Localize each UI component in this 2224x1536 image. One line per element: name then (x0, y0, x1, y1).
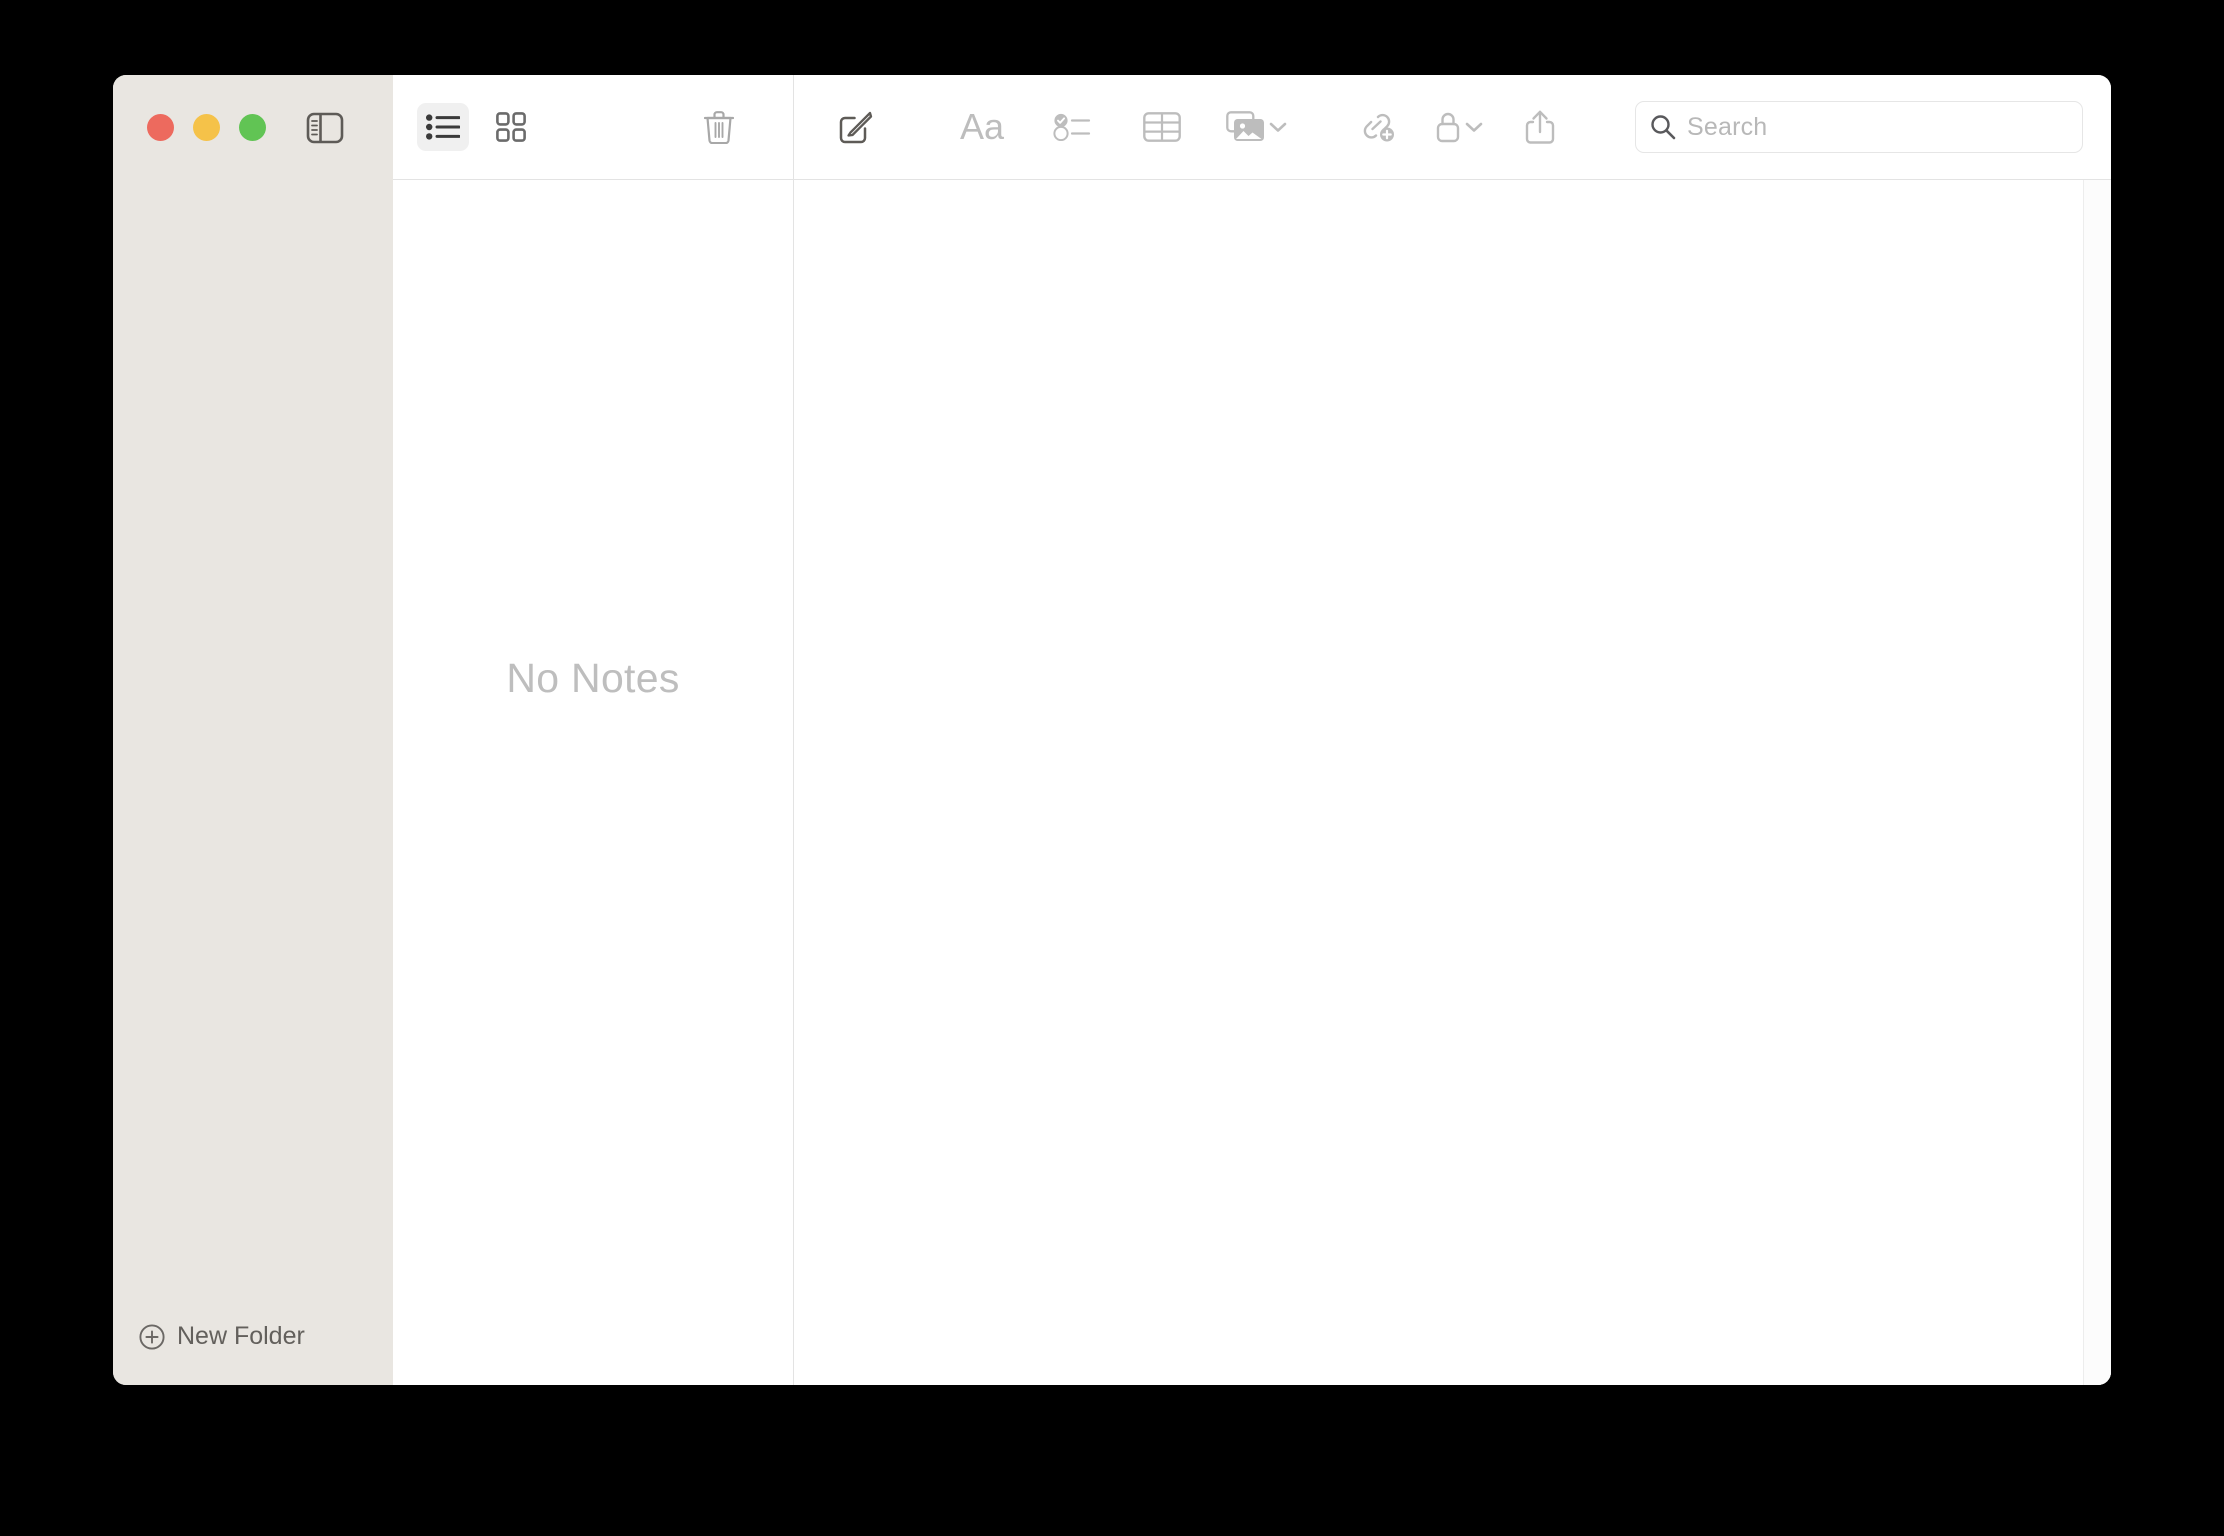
share-icon (1525, 109, 1555, 145)
window-body: New Folder No Notes (113, 180, 2111, 1385)
new-note-button[interactable] (830, 103, 882, 151)
chevron-down-icon (1464, 120, 1484, 134)
window-toolbar: Aa Search (113, 75, 2111, 180)
share-button[interactable] (1514, 103, 1566, 151)
list-view-button[interactable] (417, 103, 469, 151)
toolbar-notes-list-section (393, 75, 794, 180)
insert-tools-group (1352, 103, 1566, 151)
table-icon (1143, 112, 1181, 142)
media-button[interactable] (1226, 111, 1288, 143)
toolbar-editor-section: Aa Search (794, 75, 2111, 180)
note-editor-canvas[interactable] (794, 180, 2083, 1385)
trash-icon (704, 110, 734, 144)
folders-sidebar: New Folder (113, 180, 393, 1385)
gallery-view-icon (496, 112, 526, 142)
checklist-icon (1053, 113, 1091, 141)
sidebar-toggle-button[interactable] (303, 106, 347, 150)
link-add-icon (1359, 110, 1397, 144)
media-photo-icon (1226, 111, 1266, 143)
table-button[interactable] (1136, 103, 1188, 151)
view-mode-controls (417, 103, 537, 151)
compose-group (830, 103, 882, 151)
search-field[interactable]: Search (1635, 101, 2083, 153)
folder-list (113, 180, 393, 1322)
sidebar-toggle-icon (306, 112, 344, 144)
plus-circle-icon (139, 1323, 165, 1350)
search-input[interactable]: Search (1687, 113, 1767, 142)
lock-note-button[interactable] (1434, 110, 1484, 144)
lock-icon (1434, 110, 1462, 144)
no-notes-message: No Notes (506, 655, 680, 701)
delete-note-button[interactable] (693, 103, 745, 151)
editor-scrollbar[interactable] (2083, 180, 2111, 1385)
window-traffic-lights (147, 114, 266, 141)
search-icon (1650, 114, 1676, 140)
format-tools-group: Aa (956, 103, 1288, 151)
add-link-button[interactable] (1352, 103, 1404, 151)
gallery-view-button[interactable] (485, 103, 537, 151)
new-folder-label: New Folder (177, 1322, 305, 1350)
note-editor-pane (794, 180, 2111, 1385)
list-view-icon (426, 114, 460, 140)
notes-list-pane: No Notes (393, 180, 794, 1385)
close-window-button[interactable] (147, 114, 174, 141)
chevron-down-icon (1268, 120, 1288, 134)
compose-note-icon (839, 110, 873, 144)
toolbar-sidebar-section (113, 75, 393, 180)
format-text-button[interactable]: Aa (956, 103, 1008, 151)
new-folder-button[interactable]: New Folder (113, 1322, 393, 1385)
format-text-icon: Aa (959, 106, 1005, 147)
zoom-window-button[interactable] (239, 114, 266, 141)
notes-app-window: Aa Search New Folder No Notes (113, 75, 2111, 1385)
minimize-window-button[interactable] (193, 114, 220, 141)
checklist-button[interactable] (1046, 103, 1098, 151)
